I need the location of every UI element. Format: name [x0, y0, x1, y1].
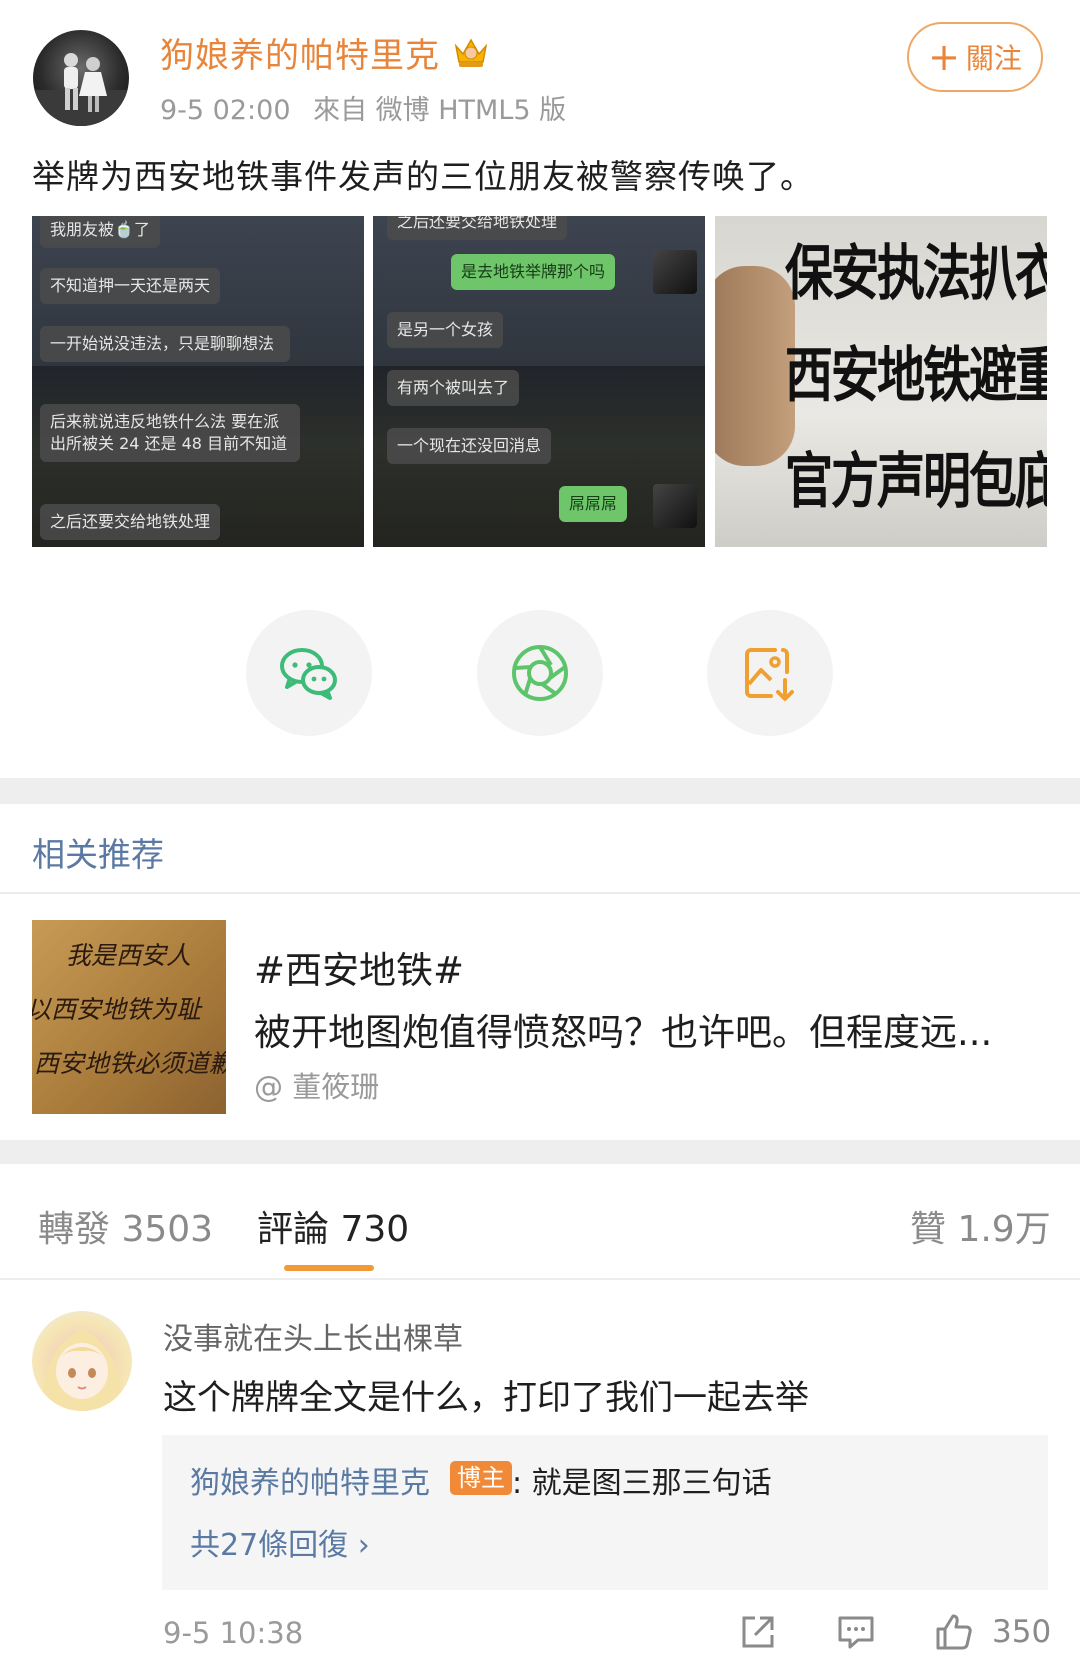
chat-bubble-self: 屌屌屌: [559, 486, 628, 522]
chat-avatar: [653, 250, 697, 294]
save-image-icon: [745, 648, 794, 701]
avatar-photo: [33, 53, 129, 126]
comment-time: 9-5 10:38: [163, 1616, 304, 1650]
post-time: 9-5 02:00: [160, 95, 291, 126]
related-author[interactable]: @ 董筱珊: [254, 1064, 379, 1106]
like-icon[interactable]: [934, 1612, 974, 1652]
thumb-text: 以西安地铁为耻: [32, 995, 202, 1024]
chat-bubble: 一个现在还没回消息: [387, 428, 552, 464]
tab-comments[interactable]: 評論 730: [257, 1200, 409, 1252]
like-count: 350: [992, 1614, 1052, 1650]
follow-button[interactable]: + 關注: [907, 22, 1043, 92]
post-image-1[interactable]: 我朋友被🍵了 不知道押一天还是两天 一开始说没违法，只是聊聊想法 后来就说违反地…: [32, 216, 364, 547]
share-wechat-button[interactable]: [246, 610, 372, 736]
share-moments-button[interactable]: [477, 610, 603, 736]
tab-reposts[interactable]: 轉發 3503: [38, 1200, 213, 1252]
divider: [0, 892, 1080, 894]
comment-icon[interactable]: [836, 1612, 876, 1652]
related-heading: 相关推荐: [32, 835, 164, 874]
chat-bubble: 我朋友被🍵了: [40, 216, 160, 248]
more-replies-link[interactable]: 共27條回復 ›: [190, 1520, 370, 1564]
placard-line: 官方声明包庇旧护: [785, 447, 1047, 517]
moments-icon: [512, 645, 568, 701]
plus-icon: +: [928, 35, 960, 79]
chat-bubble-self: 是去地铁举牌那个吗: [451, 254, 616, 290]
related-thumbnail[interactable]: 我是西安人 以西安地铁为耻 西安地铁必须道歉: [32, 920, 226, 1114]
post-meta: 9-5 02:00 來自 微博 HTML5 版: [160, 88, 566, 127]
reply-author[interactable]: 狗娘养的帕特里克: [190, 1458, 430, 1502]
thumb-text: 西安地铁必须道歉: [34, 1049, 226, 1078]
chat-avatar: [653, 484, 697, 528]
chat-bubble: 之后还要交给地铁处理: [40, 504, 221, 540]
wechat-icon: [280, 648, 337, 700]
chat-bubble: 不知道押一天还是两天: [40, 268, 221, 304]
chat-bubble: 是另一个女孩: [387, 312, 504, 348]
anime-avatar: [41, 1329, 123, 1411]
author-badge: 博主: [450, 1461, 512, 1495]
placard-line: 保安执法扒衣拖行: [785, 239, 1047, 309]
post-text: 举牌为西安地铁事件发声的三位朋友被警察传唤了。: [32, 157, 814, 196]
chat-bubble: 之后还要交给地铁处理: [387, 216, 568, 240]
vip-crown-icon: [454, 38, 488, 67]
author-name[interactable]: 狗娘养的帕特里克: [160, 28, 440, 77]
commenter-avatar[interactable]: [32, 1311, 132, 1411]
thumb-text: 我是西安人: [66, 941, 192, 970]
chat-bubble: 后来就说违反地铁什么法 要在派出所被关 24 还是 48 目前不知道: [40, 404, 300, 462]
save-image-button[interactable]: [707, 610, 833, 736]
related-excerpt[interactable]: 被开地图炮值得愤怒吗？也许吧。但程度远...: [254, 1002, 992, 1056]
chat-bubble: 一开始说没违法，只是聊聊想法: [40, 326, 290, 362]
section-divider: [0, 1140, 1080, 1164]
chat-bubble: 有两个被叫去了: [387, 370, 520, 406]
post-image-3[interactable]: 保安执法扒衣拖行 西安地铁避重就轻 官方声明包庇旧护: [715, 216, 1047, 547]
post-source: 來自 微博 HTML5 版: [313, 95, 567, 126]
tab-likes[interactable]: 贊 1.9万: [910, 1200, 1051, 1252]
author-avatar[interactable]: [33, 30, 129, 126]
related-topic[interactable]: #西安地铁#: [254, 940, 464, 994]
share-icon[interactable]: [738, 1612, 778, 1652]
post-image-2[interactable]: 之后还要交给地铁处理 是去地铁举牌那个吗 是另一个女孩 有两个被叫去了 一个现在…: [373, 216, 705, 547]
active-tab-indicator: [284, 1265, 374, 1271]
follow-label: 關注: [965, 42, 1022, 75]
comment-text: 这个牌牌全文是什么，打印了我们一起去举: [163, 1378, 809, 1418]
commenter-name[interactable]: 没事就在头上长出棵草: [163, 1314, 463, 1358]
section-divider: [0, 778, 1080, 804]
placard-line: 西安地铁避重就轻: [785, 341, 1047, 411]
divider: [0, 1278, 1080, 1280]
hand: [715, 266, 795, 466]
reply-text: : 就是图三那三句话: [512, 1466, 772, 1501]
